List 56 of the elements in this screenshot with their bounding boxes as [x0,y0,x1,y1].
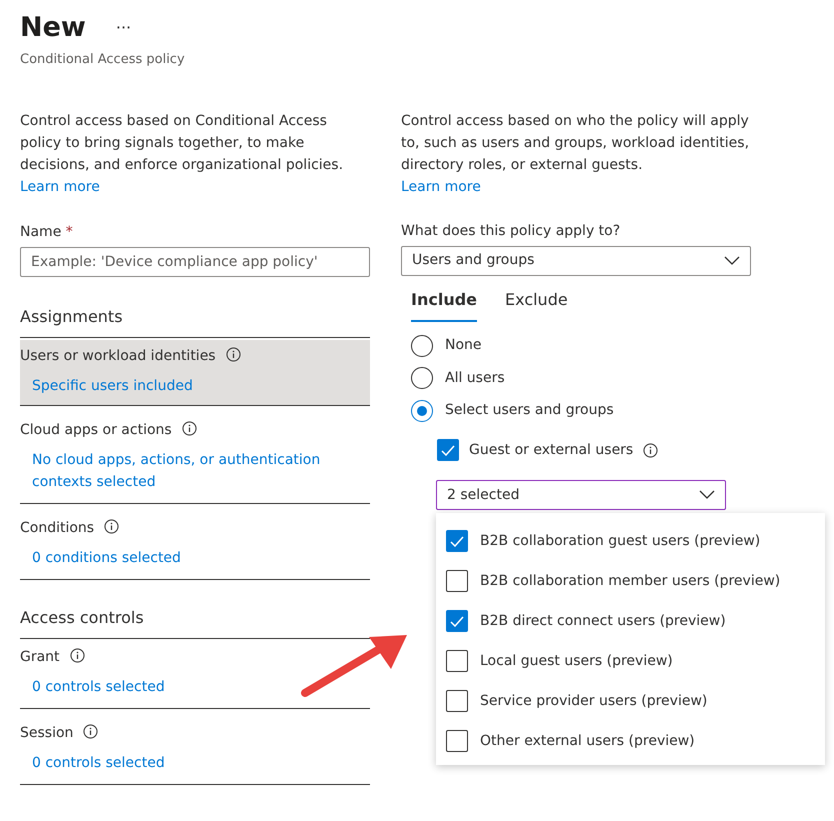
item-label: Users or workload identities [20,348,216,364]
required-marker: * [66,224,73,240]
checkbox[interactable] [446,610,468,632]
assignment-item[interactable]: Users or workload identities Specific users included [20,340,370,406]
learn-more-link[interactable]: Learn more [20,176,100,198]
assignment-item[interactable]: Conditions 0 conditions selected [20,512,370,580]
radio-button[interactable] [411,334,433,357]
radio-button[interactable] [411,367,433,390]
chevron-down-icon [724,256,740,266]
description-text: Control access based on who the policy will apply to, such as users and groups, workload identities, directory roles, or external guests. [401,112,750,174]
item-label: Session [20,724,74,740]
dropdown-option[interactable]: Service provider users (preview) [446,681,825,721]
tab[interactable]: Include [411,282,478,322]
apply-dropdown[interactable]: Users and groups [401,246,751,276]
radio-label: All users [445,368,505,388]
item-label: Cloud apps or actions [20,422,172,438]
more-button[interactable]: ··· [116,16,132,40]
item-label: Conditions [20,520,94,536]
field-label: Name [20,224,62,240]
radio-button[interactable] [411,400,433,422]
learn-more-link[interactable]: Learn more [401,176,481,198]
radio-label: Select users and groups [445,401,614,420]
checkbox[interactable] [446,570,468,592]
checkbox[interactable] [446,530,468,552]
chevron-down-icon [699,490,715,500]
checkbox[interactable] [446,730,468,752]
checkbox[interactable] [437,439,459,461]
assignment-item[interactable]: Session 0 controls selected [20,716,370,784]
assignment-link[interactable]: 0 controls selected [20,676,370,698]
page-subtitle: Conditional Access policy [20,51,186,69]
dropdown-option[interactable]: B2B collaboration member users (preview) [446,561,825,601]
checkmark-icon [450,536,464,546]
tab[interactable]: Exclude [505,282,568,322]
dropdown-option[interactable]: Other external users (preview) [446,721,825,761]
dropdown-option[interactable]: B2B collaboration guest users (preview) [446,521,825,561]
section-heading: Access controls [20,606,370,638]
multi-select-dropdown[interactable]: 2 selected [436,480,726,510]
item-label: Grant [20,648,60,664]
radio-label: None [445,336,482,356]
checkbox[interactable] [446,690,468,712]
assignment-item[interactable]: Cloud apps or actions No cloud apps, actions, or authentication contexts selected [20,414,370,504]
name-field[interactable]: Example: 'Device compliance app policy' [20,246,370,276]
assignment-link[interactable]: 0 conditions selected [20,546,370,568]
checkmark-icon [441,444,455,456]
assignment-item[interactable]: Grant 0 controls selected [20,640,370,708]
assignment-link[interactable]: No cloud apps, actions, or authentication contexts selected [20,448,370,492]
section-heading: Assignments [20,304,370,338]
field-label: What does this policy apply to? [401,222,622,240]
checkmark-icon [450,616,464,626]
description-text: Control access based on Conditional Access policy to bring signals together, to make decisions, and enforce organizational policies. [20,112,344,174]
dropdown-option[interactable]: B2B direct connect users (preview) [446,601,825,641]
checkbox-label: Guest or external users [469,440,634,460]
assignment-link[interactable]: 0 controls selected [20,752,370,774]
dropdown-option[interactable]: Local guest users (preview) [446,641,825,681]
checkbox[interactable] [446,650,468,672]
page-title: New [20,12,86,44]
